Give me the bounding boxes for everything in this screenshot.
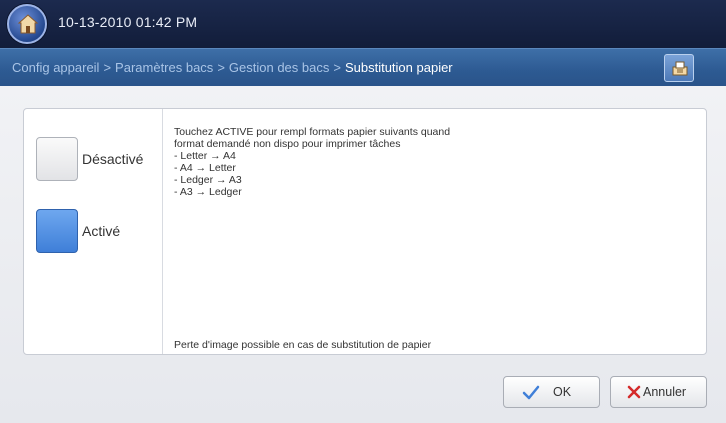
description-line: - Letter → A4 bbox=[174, 150, 236, 162]
job-status-button[interactable] bbox=[664, 54, 694, 82]
job-status-icon bbox=[672, 61, 688, 76]
breadcrumb-separator: > bbox=[103, 60, 112, 75]
breadcrumb-item-tray-management[interactable]: Gestion des bacs bbox=[229, 60, 329, 75]
screen: 10-13-2010 01:42 PM Config appareil > Para… bbox=[0, 0, 726, 423]
description-text: Touchez ACTIVE pour rempl formats papier… bbox=[174, 126, 594, 198]
breadcrumb: Config appareil > Paramètres bacs > Gestion … bbox=[12, 60, 453, 75]
breadcrumb-separator: > bbox=[333, 60, 341, 75]
breadcrumb-separator: > bbox=[217, 60, 225, 75]
option-off-toggle[interactable] bbox=[36, 137, 78, 181]
breadcrumb-current: Substitution papier bbox=[344, 60, 453, 75]
panel-divider bbox=[162, 109, 163, 354]
substitution-panel: Désactivé Activé Touchez ACTIVE pour rem… bbox=[23, 108, 707, 355]
cancel-label: Annuler bbox=[643, 385, 687, 399]
ok-label: OK bbox=[553, 385, 572, 399]
breadcrumb-item-tray-settings[interactable]: Paramètres bacs bbox=[115, 60, 213, 75]
description-line: - Ledger → A3 bbox=[174, 174, 242, 186]
ok-button[interactable]: OK bbox=[503, 376, 600, 408]
image-loss-note: Perte d'image possible en cas de substit… bbox=[174, 339, 432, 351]
option-on-label: Activé bbox=[82, 223, 121, 239]
option-off-label: Désactivé bbox=[82, 151, 144, 167]
description-line: - A4 → Letter bbox=[174, 162, 236, 174]
option-off[interactable]: Désactivé bbox=[36, 137, 156, 183]
option-on-toggle[interactable] bbox=[36, 209, 78, 253]
home-icon bbox=[17, 14, 39, 34]
status-bar: 10-13-2010 01:42 PM bbox=[0, 0, 726, 48]
description-line: format demandé non dispo pour imprimer t… bbox=[174, 138, 401, 150]
home-button[interactable] bbox=[7, 4, 47, 44]
cancel-button[interactable]: Annuler bbox=[610, 376, 707, 408]
breadcrumb-bar: Config appareil > Paramètres bacs > Gestion … bbox=[0, 48, 726, 86]
breadcrumb-item-config[interactable]: Config appareil bbox=[12, 60, 99, 75]
main-content: Désactivé Activé Touchez ACTIVE pour rem… bbox=[0, 86, 726, 423]
check-icon bbox=[522, 385, 540, 400]
close-icon bbox=[627, 385, 641, 399]
description-line: - A3 → Ledger bbox=[174, 186, 242, 198]
description-line: Touchez ACTIVE pour rempl formats papier… bbox=[174, 126, 451, 138]
datetime: 10-13-2010 01:42 PM bbox=[58, 14, 198, 30]
option-on[interactable]: Activé bbox=[36, 209, 156, 255]
